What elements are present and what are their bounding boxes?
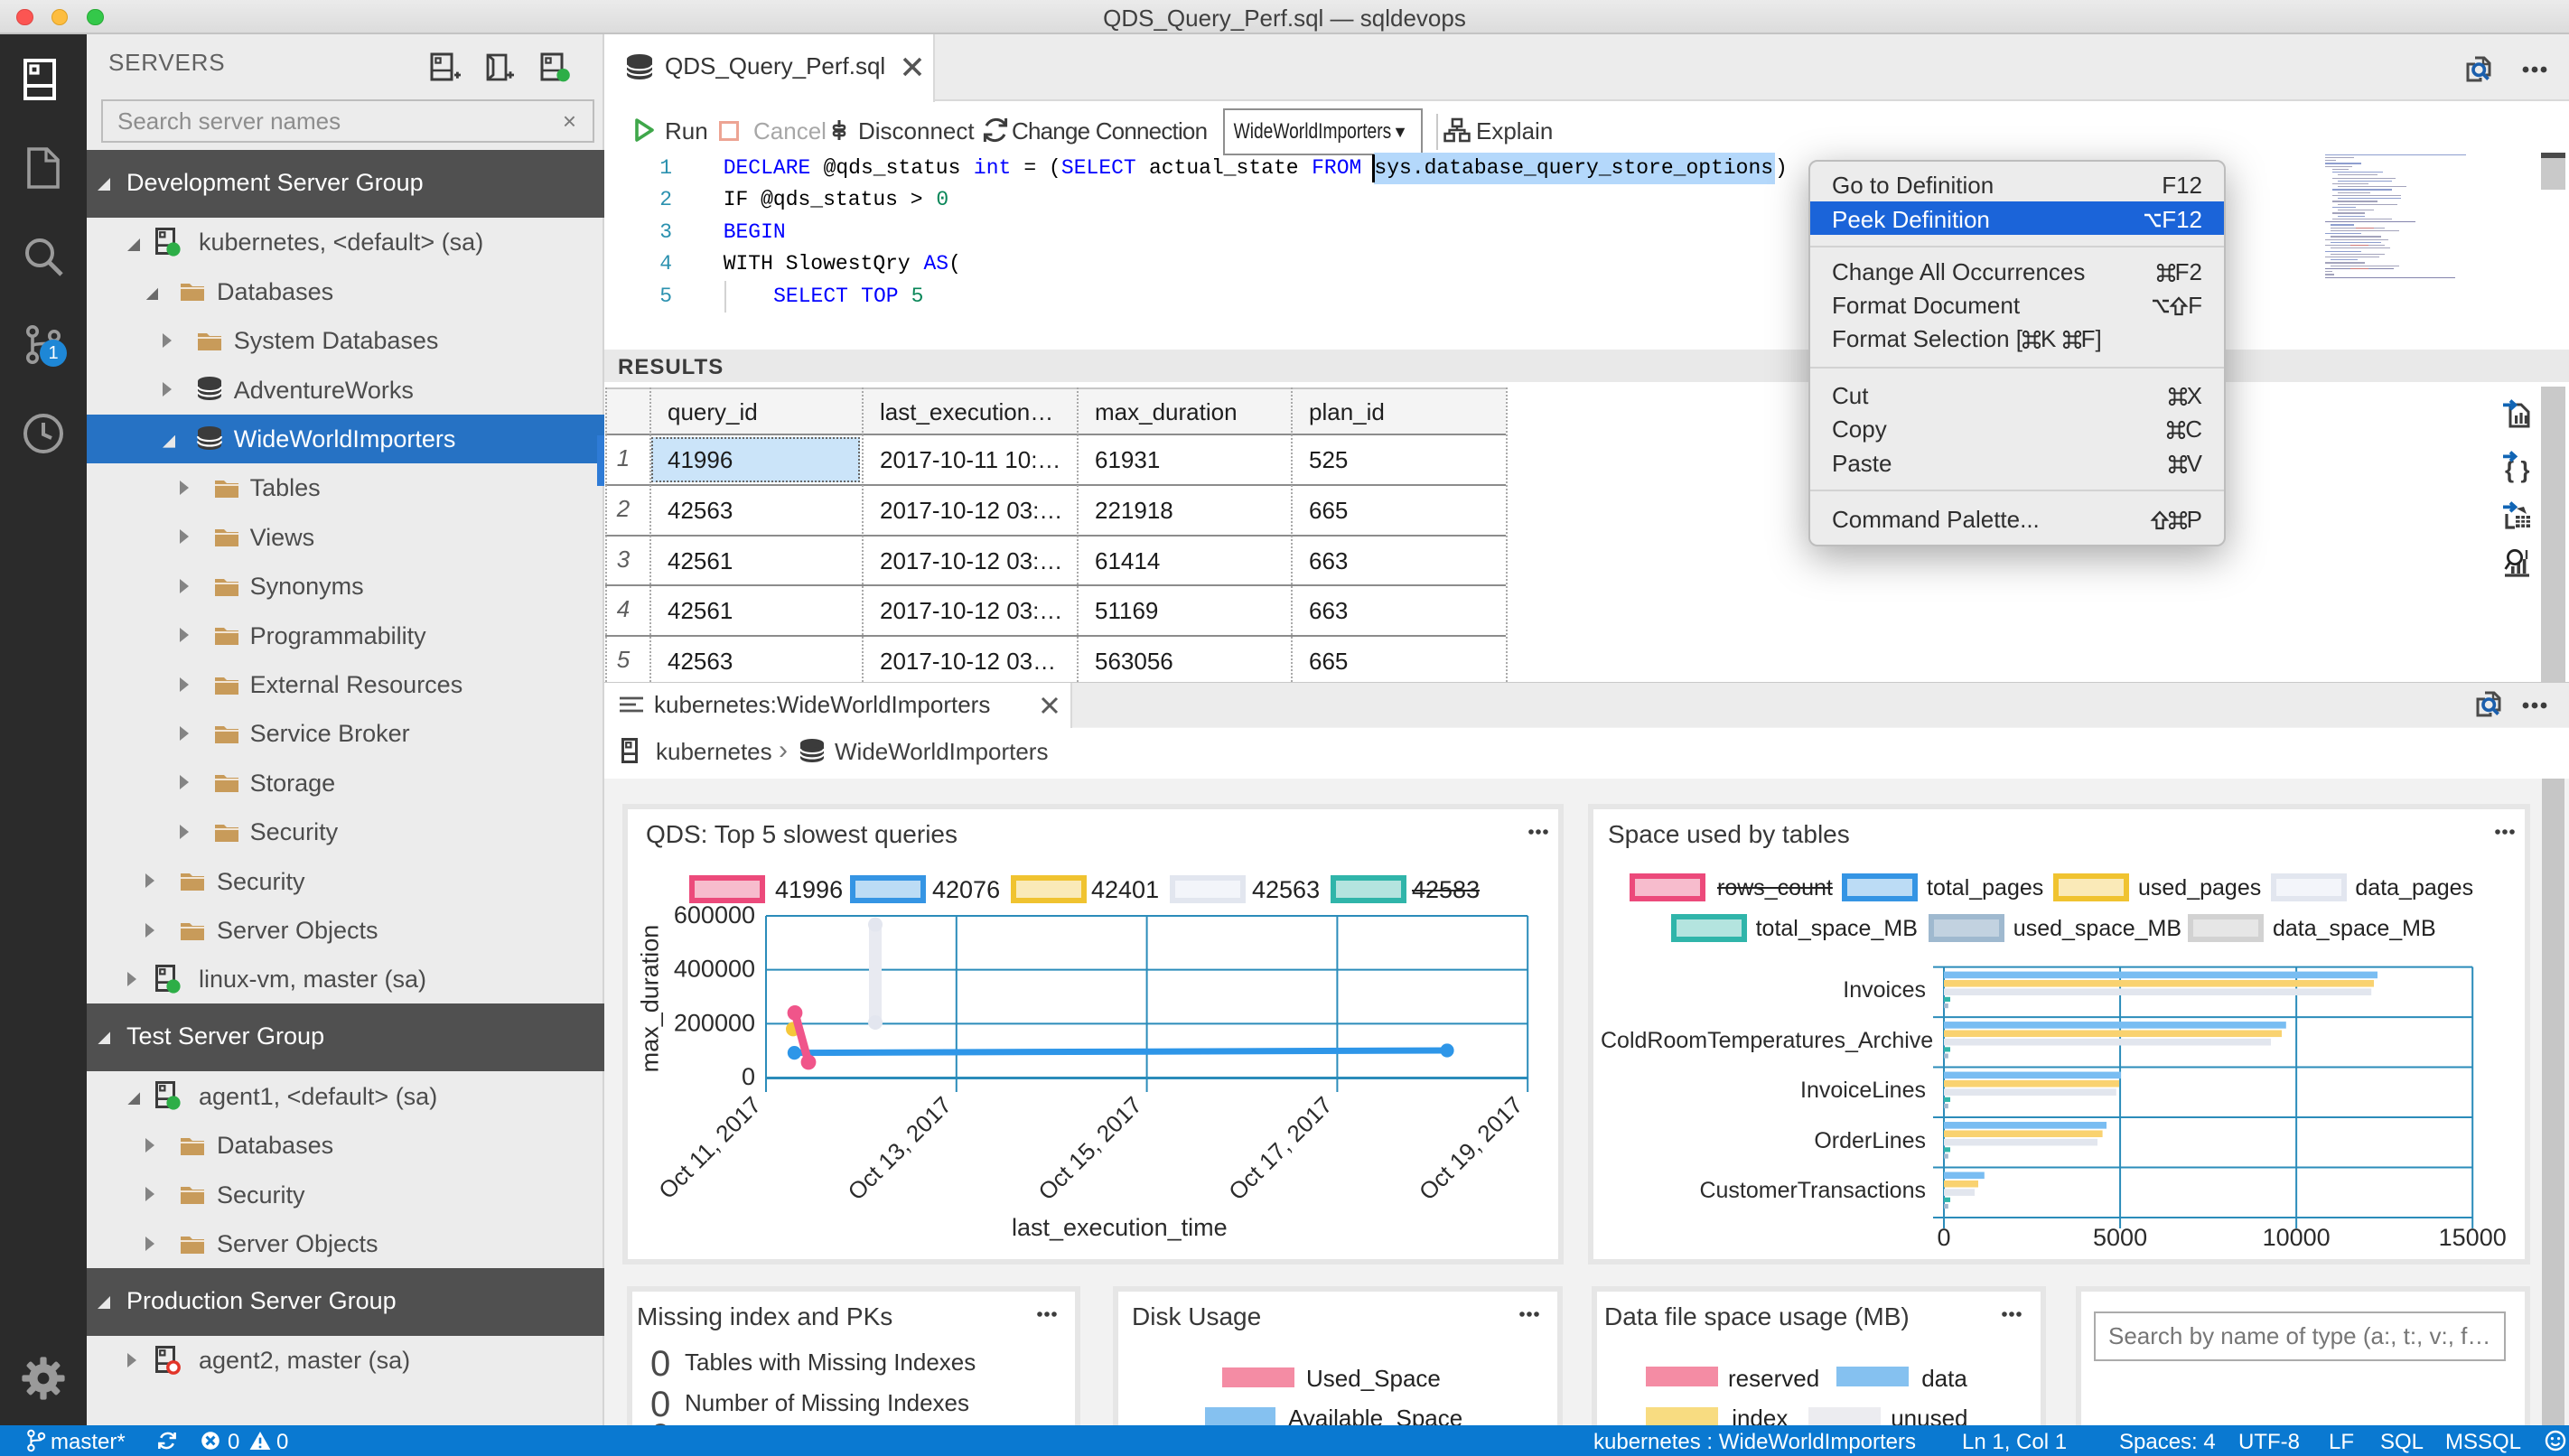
svg-text:5000: 5000 (2093, 1224, 2147, 1251)
svg-text:Oct 13, 2017: Oct 13, 2017 (843, 1091, 957, 1205)
svg-text:Oct 17, 2017: Oct 17, 2017 (1223, 1091, 1337, 1205)
svg-text:15000: 15000 (2439, 1224, 2507, 1251)
svg-text:600000: 600000 (674, 901, 755, 929)
svg-text:10000: 10000 (2263, 1224, 2331, 1251)
svg-text:0: 0 (742, 1063, 755, 1090)
svg-text:Oct 15, 2017: Oct 15, 2017 (1032, 1091, 1146, 1205)
svg-text:400000: 400000 (674, 956, 755, 983)
svg-text:0: 0 (1937, 1224, 1950, 1251)
svg-text:{ }: { } (2505, 456, 2529, 483)
svg-text:Oct 19, 2017: Oct 19, 2017 (1414, 1091, 1527, 1205)
svg-text:200000: 200000 (674, 1009, 755, 1036)
